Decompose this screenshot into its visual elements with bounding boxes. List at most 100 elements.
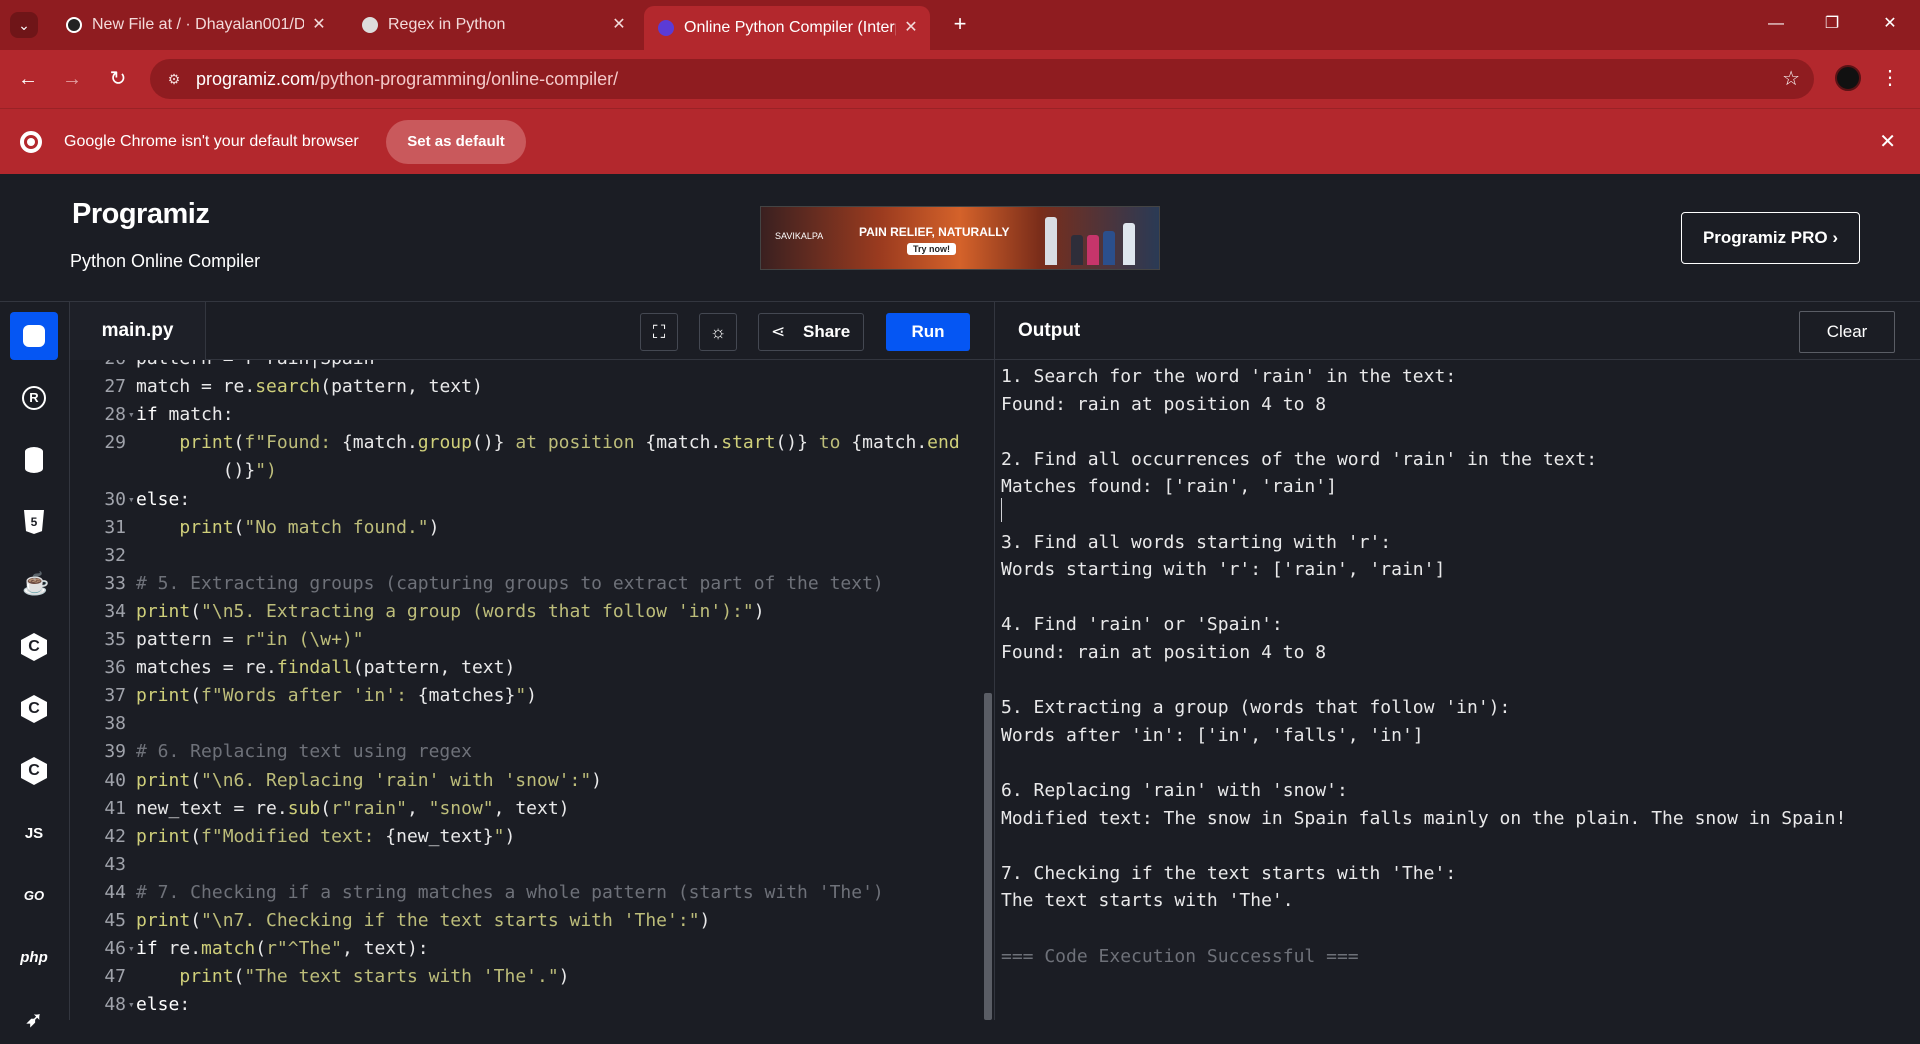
lang-r[interactable]: R xyxy=(10,374,58,422)
code-text: ()}") xyxy=(136,460,277,482)
fold-arrow-icon[interactable]: ▾ xyxy=(128,991,135,1018)
close-tab-icon[interactable]: ✕ xyxy=(610,8,628,42)
line-number: 48 xyxy=(104,994,126,1016)
csharp-icon: C xyxy=(21,757,47,785)
theme-toggle-icon[interactable]: ☼ xyxy=(699,313,737,351)
line-number: 41 xyxy=(104,797,126,819)
tab-search-button[interactable]: ⌄ xyxy=(10,12,38,38)
url-text[interactable]: programiz.com/python-programming/online-… xyxy=(196,59,618,99)
reload-icon[interactable]: ↻ xyxy=(104,65,132,93)
code-text: if re.match(r"^The", text): xyxy=(136,938,429,960)
lang-go[interactable]: GO xyxy=(10,872,58,920)
line-number: 42 xyxy=(104,825,126,847)
back-icon[interactable]: ← xyxy=(14,65,42,93)
output-line: Found: rain at position 4 to 8 xyxy=(1001,393,1327,415)
code-editor[interactable]: 26 pattern = r"rain|Spain" 27 match = re.se… xyxy=(70,360,994,1020)
code-text: pattern = r"rain|Spain" xyxy=(136,360,385,372)
lang-sql[interactable] xyxy=(10,436,58,484)
code-text: else: xyxy=(136,994,191,1016)
output-line: === Code Execution Successful === xyxy=(1001,945,1359,967)
code-text: print("The text starts with 'The'.") xyxy=(179,966,570,988)
output-header: Output Clear xyxy=(994,302,1920,360)
ad-product-image xyxy=(1123,223,1135,265)
code-text: # 6. Replacing text using regex xyxy=(136,741,472,763)
lang-csharp[interactable]: C xyxy=(10,746,58,794)
code-text: matches = re.findall(pattern, text) xyxy=(136,657,516,679)
lang-java[interactable]: ☕ xyxy=(10,560,58,608)
browser-toolbar: ← → ↻ ⚙ programiz.com/python-programming… xyxy=(0,50,1920,108)
output-console[interactable]: 1. Search for the word 'rain' in the tex… xyxy=(994,360,1920,1020)
lang-php[interactable]: php xyxy=(10,934,58,982)
code-text: # 5. Extracting groups (capturing groups… xyxy=(136,572,884,594)
line-number: 32 xyxy=(104,544,126,566)
restore-icon[interactable]: ❐ xyxy=(1812,8,1852,40)
share-button[interactable]: ⋖ Share xyxy=(758,313,864,351)
language-sidebar: R 5 ☕ C C C JS GO php ➶ xyxy=(0,302,70,1031)
line-number: 40 xyxy=(104,769,126,791)
python-icon xyxy=(23,325,45,347)
editor-scrollbar[interactable] xyxy=(984,693,992,1020)
output-line: 4. Find 'rain' or 'Spain': xyxy=(1001,614,1283,636)
text-cursor xyxy=(1001,498,1002,522)
html5-icon: 5 xyxy=(24,510,44,534)
site-info-icon[interactable]: ⚙ xyxy=(164,69,184,89)
fold-arrow-icon[interactable]: ▾ xyxy=(128,935,135,962)
ad-cta[interactable]: Try now! xyxy=(907,243,957,255)
github-icon xyxy=(66,17,82,33)
programiz-pro-button[interactable]: Programiz PRO › xyxy=(1681,212,1860,264)
line-number: 29 xyxy=(104,432,126,454)
output-title: Output xyxy=(1018,320,1081,341)
lang-cpp[interactable]: C xyxy=(10,684,58,732)
close-infobar-icon[interactable]: ✕ xyxy=(1879,109,1896,175)
close-tab-icon[interactable]: ✕ xyxy=(902,6,920,50)
line-number: 34 xyxy=(104,600,126,622)
bookmark-star-icon[interactable]: ☆ xyxy=(1782,59,1800,99)
browser-tab-compiler[interactable]: Online Python Compiler (Interpreter) ✕ xyxy=(644,6,930,50)
new-tab-button[interactable]: + xyxy=(948,12,972,36)
browser-tab-github[interactable]: New File at / · Dhayalan001/DS/ ✕ xyxy=(52,8,338,42)
output-line: 7. Checking if the text starts with 'The… xyxy=(1001,862,1457,884)
browser-menu-icon[interactable]: ⋮ xyxy=(1880,64,1900,92)
code-text: match = re.search(pattern, text) xyxy=(136,376,483,398)
code-text: if match: xyxy=(136,404,234,426)
set-as-default-button[interactable]: Set as default xyxy=(386,120,526,164)
file-tab-main-py[interactable]: main.py xyxy=(70,302,206,360)
output-line: Words starting with 'r': ['rain', 'rain'… xyxy=(1001,559,1446,581)
close-window-icon[interactable]: ✕ xyxy=(1870,8,1910,40)
profile-avatar[interactable] xyxy=(1835,65,1861,91)
advertisement-banner[interactable]: SAVIKALPA PAIN RELIEF, NATURALLY Try now… xyxy=(760,206,1160,270)
share-label: Share xyxy=(803,322,851,341)
go-icon: GO xyxy=(23,888,45,903)
ad-brand: SAVIKALPA xyxy=(775,231,824,241)
address-bar[interactable]: ⚙ programiz.com/python-programming/onlin… xyxy=(150,59,1814,99)
tab-title: Regex in Python xyxy=(388,16,506,33)
lang-c[interactable]: C xyxy=(10,622,58,670)
line-number: 45 xyxy=(104,910,126,931)
code-text: print("\n7. Checking if the text starts … xyxy=(136,910,711,931)
lang-javascript[interactable]: JS xyxy=(10,810,58,858)
code-text: else: xyxy=(136,488,191,510)
line-number: 38 xyxy=(104,713,126,735)
fold-arrow-icon[interactable]: ▾ xyxy=(128,401,135,428)
ad-product-image xyxy=(1087,235,1099,265)
close-tab-icon[interactable]: ✕ xyxy=(310,8,328,42)
run-button[interactable]: Run xyxy=(886,313,970,351)
browser-tab-regex[interactable]: Regex in Python ✕ xyxy=(348,8,638,42)
fold-arrow-icon[interactable]: ▾ xyxy=(128,486,135,513)
line-number: 33 xyxy=(104,572,126,594)
r-icon: R xyxy=(22,386,46,410)
clear-button[interactable]: Clear xyxy=(1799,311,1895,353)
line-number: 47 xyxy=(104,966,126,988)
output-line: Modified text: The snow in Spain falls m… xyxy=(1001,807,1847,829)
programiz-logo[interactable]: Programiz xyxy=(72,198,210,231)
ad-headline: PAIN RELIEF, NATURALLY xyxy=(859,225,1010,239)
tab-title: New File at / · Dhayalan001/DS/ xyxy=(92,16,304,33)
output-line: 2. Find all occurrences of the word 'rai… xyxy=(1001,448,1598,470)
lang-swift[interactable]: ➶ xyxy=(10,996,58,1044)
lang-html[interactable]: 5 xyxy=(10,498,58,546)
lang-python[interactable] xyxy=(10,312,58,360)
minimize-icon[interactable]: — xyxy=(1756,8,1796,40)
forward-icon[interactable]: → xyxy=(58,65,86,93)
infobar-message: Google Chrome isn't your default browser xyxy=(64,133,359,150)
fullscreen-icon[interactable]: ⛶ xyxy=(640,313,678,351)
